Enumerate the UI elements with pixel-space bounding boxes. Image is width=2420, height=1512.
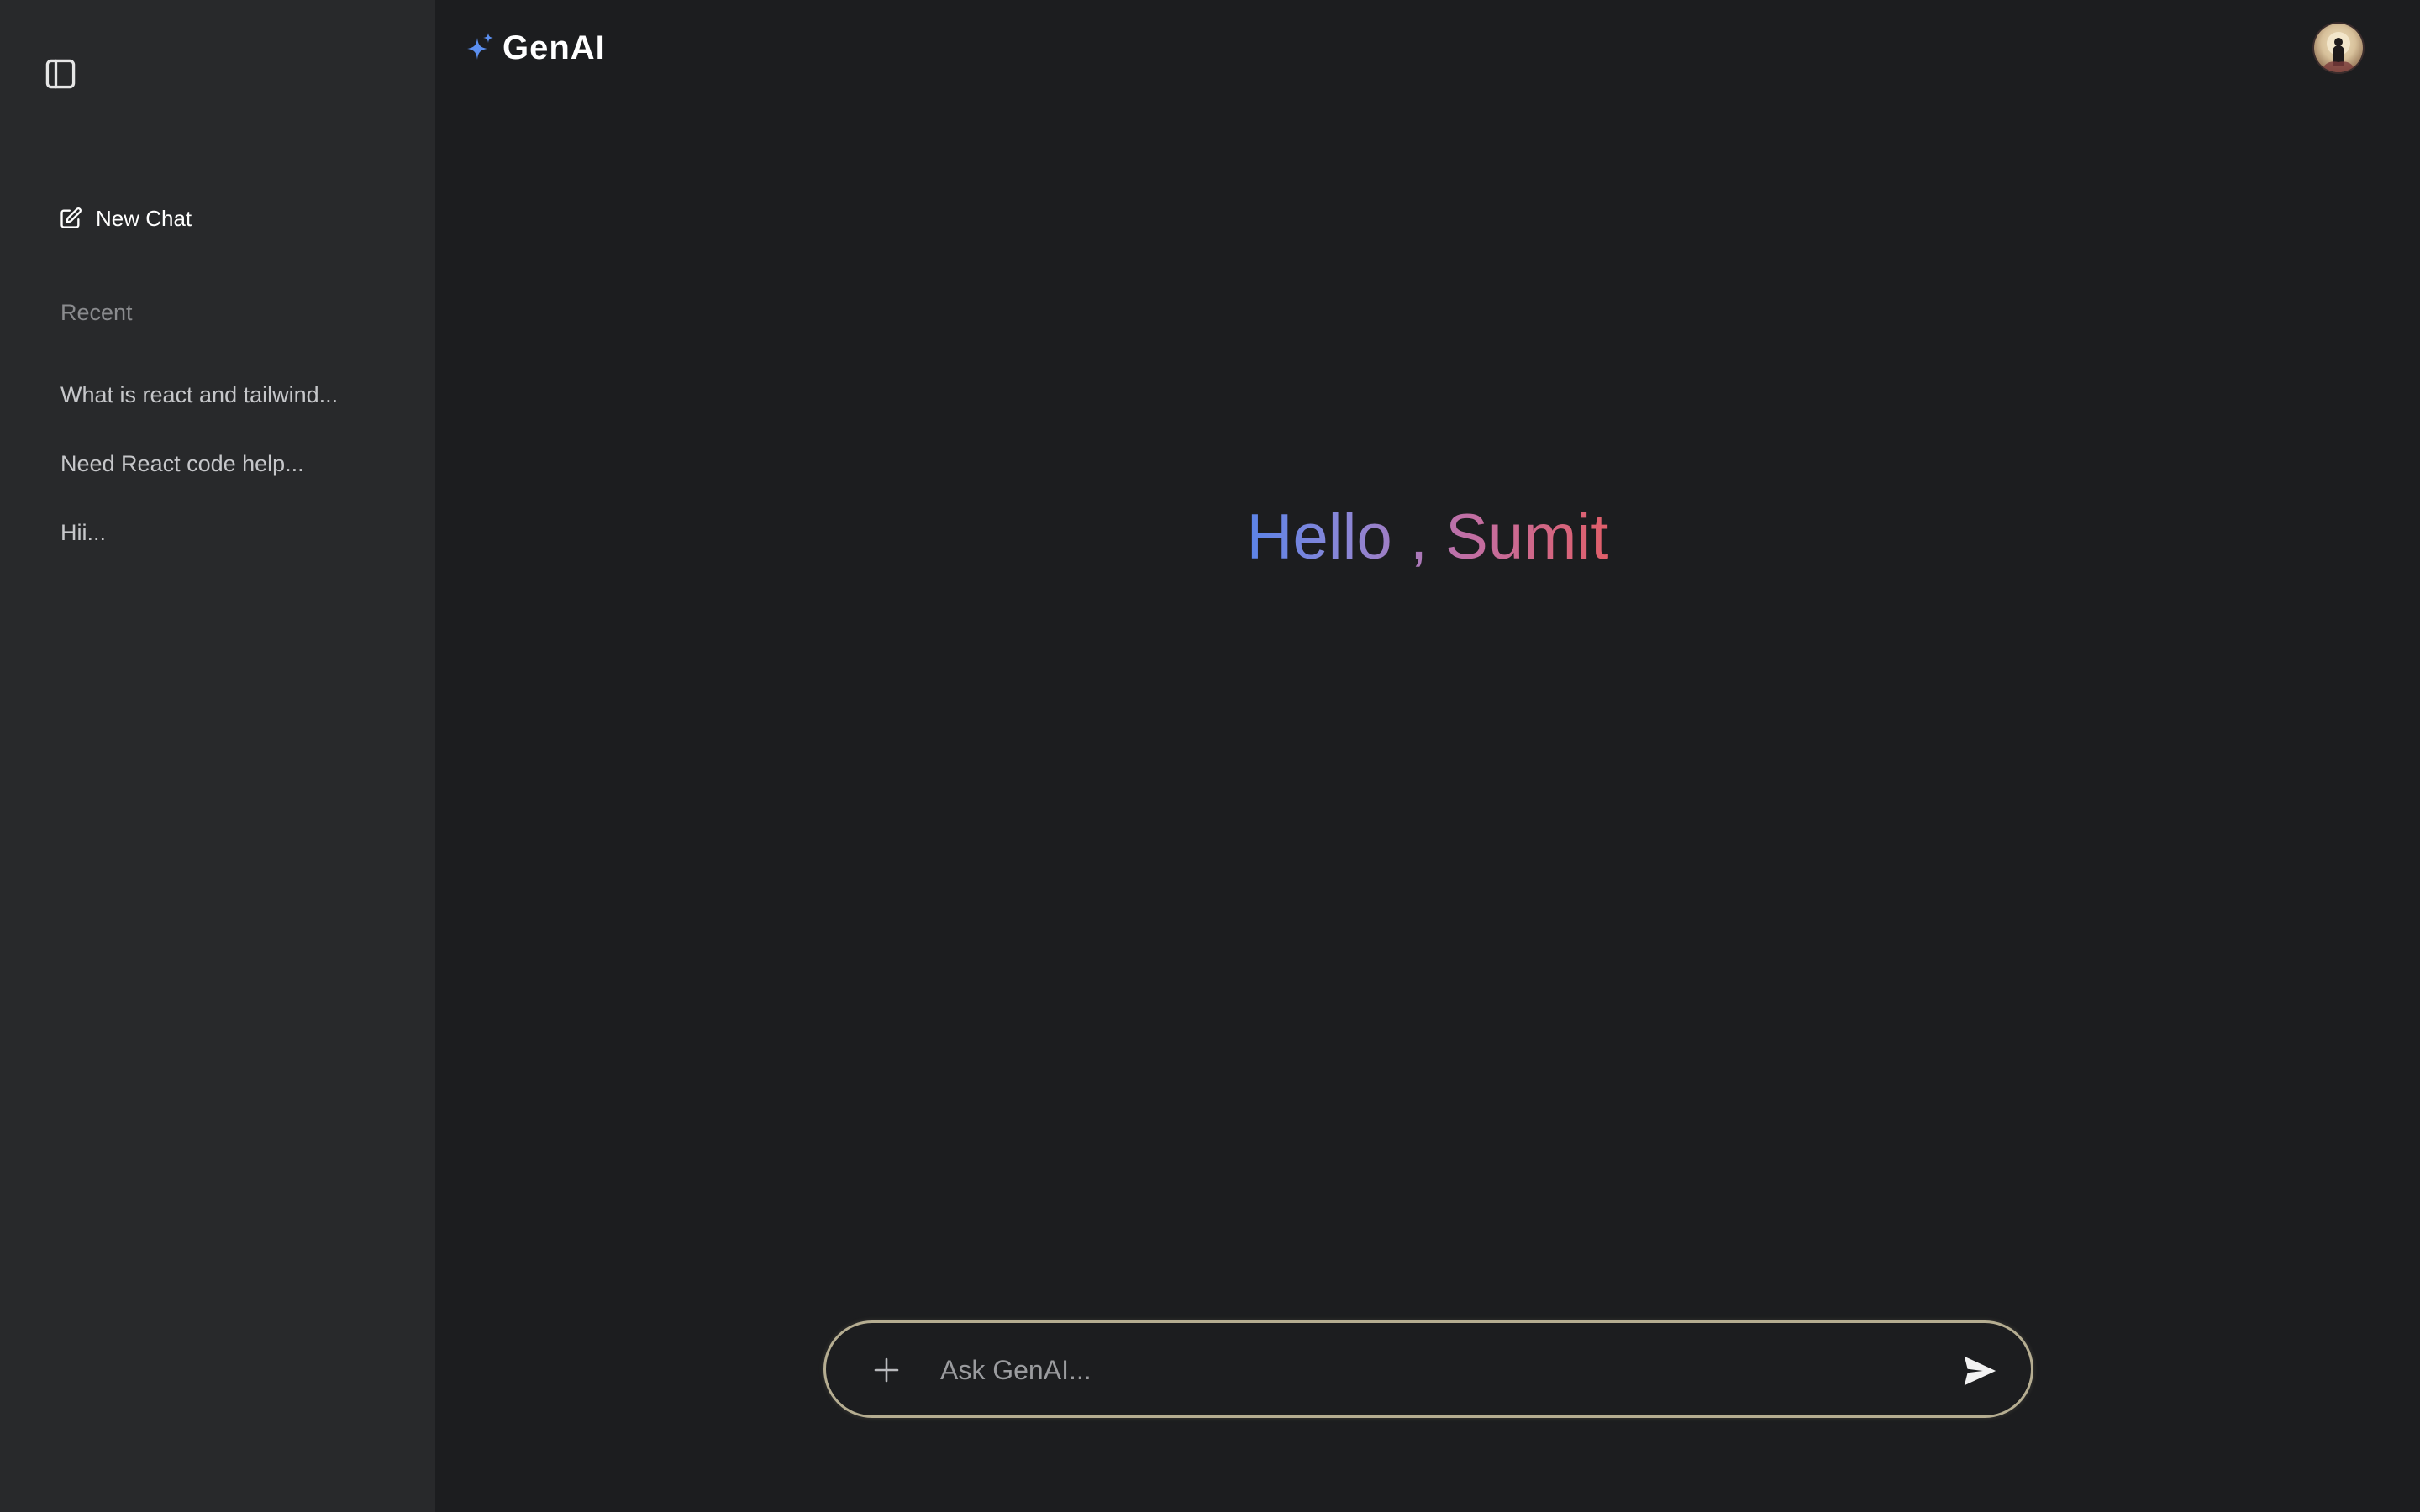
edit-icon: [59, 207, 82, 230]
app-root: New Chat Recent What is react and tailwi…: [0, 0, 2420, 1512]
sidebar-toggle-button[interactable]: [42, 55, 79, 92]
new-chat-label: New Chat: [96, 206, 192, 231]
attach-button[interactable]: [865, 1348, 908, 1392]
sidebar: New Chat Recent What is react and tailwi…: [0, 0, 435, 1512]
prompt-input[interactable]: [940, 1340, 1915, 1400]
recent-chat-item[interactable]: Need React code help...: [60, 447, 338, 516]
user-avatar[interactable]: [2314, 24, 2363, 72]
sidebar-panel-icon: [45, 59, 76, 89]
prompt-bar: [823, 1320, 2033, 1418]
brand-name: GenAI: [502, 29, 606, 66]
recent-chat-list: What is react and tailwind... Need React…: [60, 378, 338, 585]
greeting-heading: Hello , Sumit: [435, 497, 2420, 578]
recent-heading: Recent: [60, 300, 133, 325]
send-button[interactable]: [1960, 1352, 1999, 1390]
brand-logo: GenAI: [464, 27, 606, 69]
sparkle-icon: [464, 31, 496, 65]
plus-icon: [874, 1357, 899, 1383]
greeting-text: Hello , Sumit: [1246, 501, 1609, 573]
recent-chat-item[interactable]: What is react and tailwind...: [60, 378, 338, 447]
send-icon: [1964, 1356, 1996, 1386]
new-chat-button[interactable]: New Chat: [59, 202, 192, 235]
recent-chat-item[interactable]: Hii...: [60, 516, 338, 585]
